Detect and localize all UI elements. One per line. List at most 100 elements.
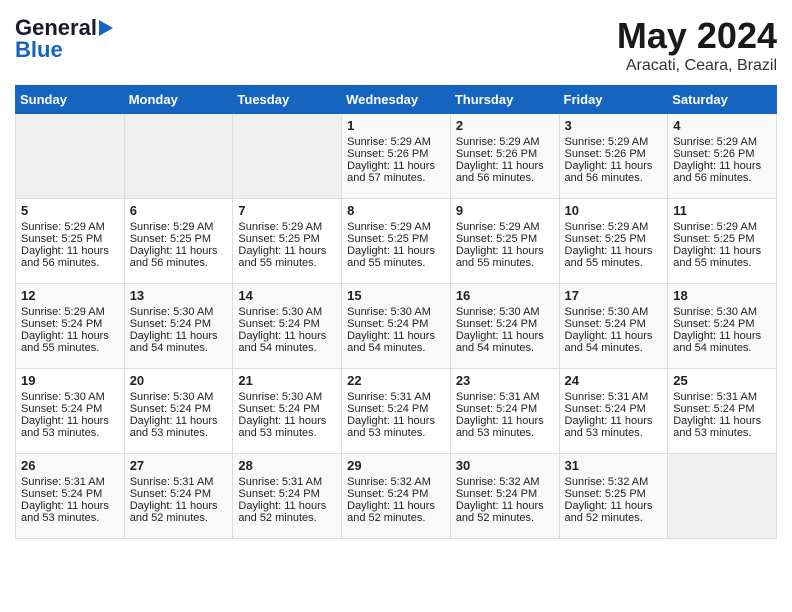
day-info: Daylight: 11 hours (456, 160, 554, 172)
day-info: and 54 minutes. (565, 342, 663, 354)
day-number: 19 (21, 373, 119, 388)
header-saturday: Saturday (668, 86, 777, 114)
day-number: 6 (130, 203, 228, 218)
day-number: 4 (673, 118, 771, 133)
day-info: Sunset: 5:24 PM (130, 318, 228, 330)
day-info: Sunrise: 5:31 AM (565, 391, 663, 403)
day-info: Sunrise: 5:32 AM (565, 476, 663, 488)
day-info: Daylight: 11 hours (21, 500, 119, 512)
calendar-cell: 3Sunrise: 5:29 AMSunset: 5:26 PMDaylight… (559, 114, 668, 199)
day-info: Daylight: 11 hours (673, 415, 771, 427)
day-info: Sunset: 5:24 PM (21, 403, 119, 415)
day-info: Sunset: 5:26 PM (456, 148, 554, 160)
day-number: 8 (347, 203, 445, 218)
day-info: Sunrise: 5:31 AM (347, 391, 445, 403)
day-number: 24 (565, 373, 663, 388)
calendar-cell: 6Sunrise: 5:29 AMSunset: 5:25 PMDaylight… (124, 199, 233, 284)
calendar-cell: 13Sunrise: 5:30 AMSunset: 5:24 PMDayligh… (124, 284, 233, 369)
day-info: Daylight: 11 hours (130, 500, 228, 512)
day-info: Sunset: 5:25 PM (130, 233, 228, 245)
day-info: Daylight: 11 hours (21, 245, 119, 257)
calendar-cell: 2Sunrise: 5:29 AMSunset: 5:26 PMDaylight… (450, 114, 559, 199)
day-info: Sunrise: 5:29 AM (673, 221, 771, 233)
day-info: and 53 minutes. (456, 427, 554, 439)
day-info: Sunset: 5:24 PM (456, 488, 554, 500)
calendar-week-row: 12Sunrise: 5:29 AMSunset: 5:24 PMDayligh… (16, 284, 777, 369)
day-info: Sunset: 5:25 PM (238, 233, 336, 245)
day-number: 30 (456, 458, 554, 473)
day-info: and 55 minutes. (565, 257, 663, 269)
calendar-week-row: 26Sunrise: 5:31 AMSunset: 5:24 PMDayligh… (16, 454, 777, 539)
day-number: 22 (347, 373, 445, 388)
month-title: May 2024 (617, 15, 777, 57)
day-info: Daylight: 11 hours (673, 245, 771, 257)
header-friday: Friday (559, 86, 668, 114)
day-info: and 52 minutes. (565, 512, 663, 524)
calendar-cell: 20Sunrise: 5:30 AMSunset: 5:24 PMDayligh… (124, 369, 233, 454)
calendar-cell: 11Sunrise: 5:29 AMSunset: 5:25 PMDayligh… (668, 199, 777, 284)
day-info: Sunset: 5:24 PM (21, 318, 119, 330)
calendar-cell: 5Sunrise: 5:29 AMSunset: 5:25 PMDaylight… (16, 199, 125, 284)
logo-arrow-icon (99, 20, 113, 36)
calendar-cell: 25Sunrise: 5:31 AMSunset: 5:24 PMDayligh… (668, 369, 777, 454)
day-info: and 56 minutes. (565, 172, 663, 184)
day-info: and 53 minutes. (130, 427, 228, 439)
day-info: Sunrise: 5:30 AM (238, 306, 336, 318)
day-info: Daylight: 11 hours (347, 415, 445, 427)
day-info: Daylight: 11 hours (565, 500, 663, 512)
day-info: Daylight: 11 hours (456, 330, 554, 342)
calendar-cell: 17Sunrise: 5:30 AMSunset: 5:24 PMDayligh… (559, 284, 668, 369)
calendar-cell: 27Sunrise: 5:31 AMSunset: 5:24 PMDayligh… (124, 454, 233, 539)
day-info: Daylight: 11 hours (21, 330, 119, 342)
day-info: Daylight: 11 hours (130, 330, 228, 342)
day-info: and 52 minutes. (456, 512, 554, 524)
day-info: Daylight: 11 hours (565, 330, 663, 342)
calendar-cell (124, 114, 233, 199)
day-info: Sunset: 5:25 PM (21, 233, 119, 245)
calendar-week-row: 1Sunrise: 5:29 AMSunset: 5:26 PMDaylight… (16, 114, 777, 199)
day-info: Sunset: 5:24 PM (456, 403, 554, 415)
day-number: 7 (238, 203, 336, 218)
day-info: Sunrise: 5:29 AM (456, 221, 554, 233)
day-number: 18 (673, 288, 771, 303)
day-info: and 56 minutes. (21, 257, 119, 269)
day-info: Daylight: 11 hours (347, 245, 445, 257)
day-info: Sunrise: 5:30 AM (130, 391, 228, 403)
day-info: Sunset: 5:26 PM (347, 148, 445, 160)
day-info: Daylight: 11 hours (673, 330, 771, 342)
day-info: and 53 minutes. (238, 427, 336, 439)
calendar-cell: 7Sunrise: 5:29 AMSunset: 5:25 PMDaylight… (233, 199, 342, 284)
day-info: Sunset: 5:26 PM (565, 148, 663, 160)
calendar-cell: 15Sunrise: 5:30 AMSunset: 5:24 PMDayligh… (342, 284, 451, 369)
day-info: Sunrise: 5:32 AM (347, 476, 445, 488)
page-header: General Blue May 2024 Aracati, Ceara, Br… (15, 15, 777, 75)
day-info: Daylight: 11 hours (347, 160, 445, 172)
day-info: Daylight: 11 hours (238, 415, 336, 427)
day-info: Sunset: 5:24 PM (565, 403, 663, 415)
day-info: Sunset: 5:24 PM (565, 318, 663, 330)
day-info: Sunset: 5:24 PM (456, 318, 554, 330)
day-info: Daylight: 11 hours (347, 330, 445, 342)
day-info: Daylight: 11 hours (456, 415, 554, 427)
calendar-cell: 22Sunrise: 5:31 AMSunset: 5:24 PMDayligh… (342, 369, 451, 454)
calendar-cell: 28Sunrise: 5:31 AMSunset: 5:24 PMDayligh… (233, 454, 342, 539)
logo-blue: Blue (15, 37, 63, 63)
day-number: 20 (130, 373, 228, 388)
day-number: 27 (130, 458, 228, 473)
day-info: Sunrise: 5:29 AM (673, 136, 771, 148)
calendar-week-row: 19Sunrise: 5:30 AMSunset: 5:24 PMDayligh… (16, 369, 777, 454)
day-info: Sunset: 5:24 PM (21, 488, 119, 500)
day-number: 13 (130, 288, 228, 303)
day-info: and 54 minutes. (130, 342, 228, 354)
day-number: 10 (565, 203, 663, 218)
day-info: Sunset: 5:24 PM (347, 318, 445, 330)
day-info: and 53 minutes. (565, 427, 663, 439)
day-info: Sunset: 5:24 PM (238, 488, 336, 500)
day-info: and 54 minutes. (347, 342, 445, 354)
header-sunday: Sunday (16, 86, 125, 114)
day-number: 29 (347, 458, 445, 473)
day-number: 31 (565, 458, 663, 473)
day-info: Sunset: 5:25 PM (565, 233, 663, 245)
day-info: Sunrise: 5:30 AM (21, 391, 119, 403)
day-number: 3 (565, 118, 663, 133)
